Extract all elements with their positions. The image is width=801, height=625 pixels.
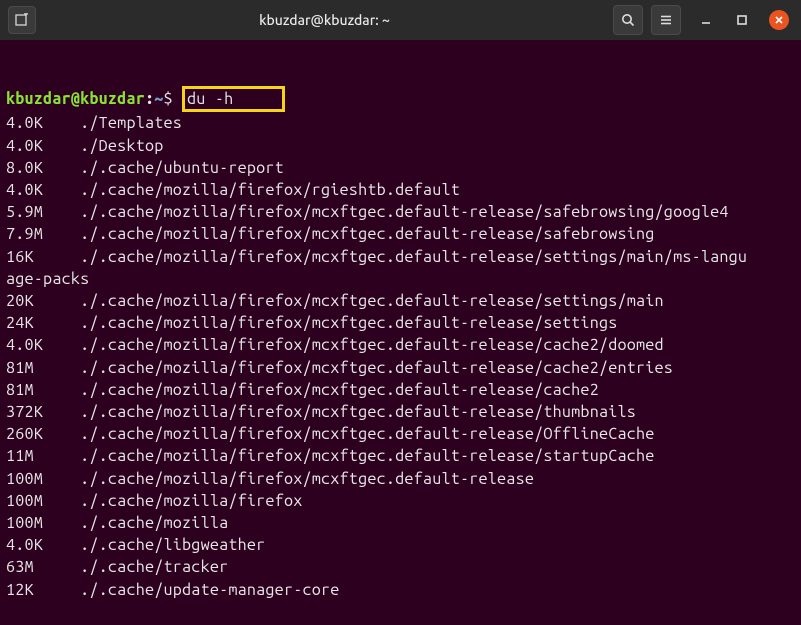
output-line: 100M ./.cache/mozilla/firefox/mcxftgec.d…: [6, 468, 795, 490]
output-line: 63M ./.cache/tracker: [6, 556, 795, 578]
menu-button[interactable]: [651, 5, 681, 35]
window-controls: [697, 10, 789, 30]
output-line: 260K ./.cache/mozilla/firefox/mcxftgec.d…: [6, 423, 795, 445]
hamburger-icon: [659, 13, 673, 27]
output-line: 4.0K ./Desktop: [6, 135, 795, 157]
prompt-path: ~: [154, 90, 163, 108]
output-line: 4.0K ./.cache/mozilla/firefox/rgieshtb.d…: [6, 179, 795, 201]
close-button[interactable]: [769, 10, 789, 30]
minimize-icon: [700, 14, 712, 26]
new-tab-button[interactable]: [8, 6, 36, 34]
window-title: kbuzdar@kbuzdar: ~: [44, 12, 605, 28]
terminal-viewport[interactable]: kbuzdar@kbuzdar:~$ du -h 4.0K ./Template…: [0, 40, 801, 625]
minimize-button[interactable]: [697, 11, 715, 29]
output-line: 100M ./.cache/mozilla: [6, 512, 795, 534]
output-line: 7.9M ./.cache/mozilla/firefox/mcxftgec.d…: [6, 223, 795, 245]
command-highlight: du -h: [182, 86, 285, 112]
prompt-line: kbuzdar@kbuzdar:~$ du -h: [6, 86, 795, 112]
maximize-button[interactable]: [733, 11, 751, 29]
output-line: 12K ./.cache/update-manager-core: [6, 579, 795, 601]
output-line: 81M ./.cache/mozilla/firefox/mcxftgec.de…: [6, 357, 795, 379]
prompt-separator: :: [145, 90, 154, 108]
search-icon: [621, 13, 635, 27]
output-line: 372K ./.cache/mozilla/firefox/mcxftgec.d…: [6, 401, 795, 423]
prompt-user-host: kbuzdar@kbuzdar: [6, 90, 145, 108]
output-line: 8.0K ./.cache/ubuntu-report: [6, 157, 795, 179]
prompt-symbol: $: [164, 90, 173, 108]
search-button[interactable]: [613, 5, 643, 35]
maximize-icon: [736, 14, 748, 26]
close-icon: [774, 15, 784, 25]
new-tab-icon: [15, 13, 29, 27]
output-line: 81M ./.cache/mozilla/firefox/mcxftgec.de…: [6, 379, 795, 401]
output-line: 100M ./.cache/mozilla/firefox: [6, 490, 795, 512]
output-line: 4.0K ./.cache/libgweather: [6, 534, 795, 556]
output-line: 11M ./.cache/mozilla/firefox/mcxftgec.de…: [6, 445, 795, 467]
output-line: 4.0K ./Templates: [6, 112, 795, 134]
output-line: 16K ./.cache/mozilla/firefox/mcxftgec.de…: [6, 246, 795, 290]
output-lines: 4.0K ./Templates4.0K ./Desktop8.0K ./.ca…: [6, 112, 795, 600]
command-text: du -h: [187, 90, 233, 108]
titlebar-right-controls: [613, 5, 793, 35]
titlebar: kbuzdar@kbuzdar: ~: [0, 0, 801, 40]
output-line: 5.9M ./.cache/mozilla/firefox/mcxftgec.d…: [6, 201, 795, 223]
output-line: 20K ./.cache/mozilla/firefox/mcxftgec.de…: [6, 290, 795, 312]
output-line: 4.0K ./.cache/mozilla/firefox/mcxftgec.d…: [6, 334, 795, 356]
output-line: 24K ./.cache/mozilla/firefox/mcxftgec.de…: [6, 312, 795, 334]
